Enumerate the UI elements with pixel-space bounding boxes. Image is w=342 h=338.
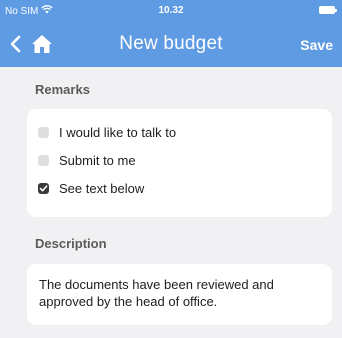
app-header: No SIM 10.32 New budget Save — [0, 0, 342, 67]
save-button[interactable]: Save — [300, 37, 333, 53]
checkbox[interactable] — [38, 127, 49, 138]
remark-option-talk[interactable]: I would like to talk to — [38, 125, 176, 140]
remark-option-label: I would like to talk to — [59, 125, 177, 140]
checkbox[interactable] — [38, 155, 49, 166]
remarks-card: I would like to talk to Submit to me See… — [27, 109, 332, 217]
status-time: 10.32 — [158, 5, 184, 16]
battery-icon — [319, 6, 337, 14]
remark-option-label: Submit to me — [59, 153, 136, 168]
checkmark-icon — [39, 185, 48, 192]
description-section-label: Description — [35, 236, 107, 251]
description-card[interactable]: The documents have been reviewed and app… — [27, 264, 332, 325]
checkbox-checked[interactable] — [38, 183, 49, 194]
status-bar: No SIM 10.32 — [0, 0, 342, 22]
remarks-section-label: Remarks — [35, 82, 90, 97]
remark-option-submit[interactable]: Submit to me — [38, 153, 136, 168]
remark-option-label: See text below — [59, 181, 145, 196]
remark-option-see-text[interactable]: See text below — [38, 181, 144, 196]
navigation-bar: New budget Save — [0, 22, 342, 67]
description-text: The documents have been reviewed and app… — [39, 277, 274, 309]
page-title: New budget — [119, 33, 223, 54]
